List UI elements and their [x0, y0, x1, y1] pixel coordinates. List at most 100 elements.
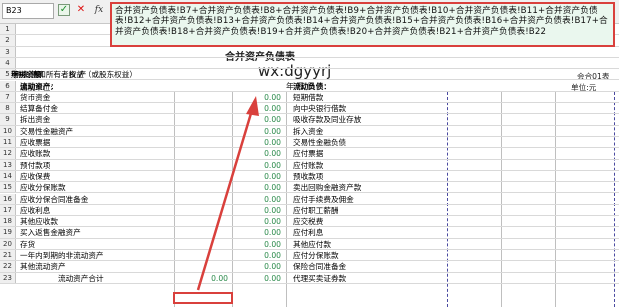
liability-beginning-cell[interactable]: [502, 126, 554, 136]
liability-ending-cell[interactable]: [448, 47, 500, 57]
cancel-x-icon[interactable]: ✕: [75, 4, 87, 16]
checkmark-icon[interactable]: ✓: [58, 4, 70, 16]
liability-ending-cell[interactable]: [448, 92, 500, 102]
beginning-balance-cell[interactable]: [233, 58, 285, 68]
ending-balance-cell[interactable]: [175, 103, 232, 113]
asset-label[interactable]: 应收分保账款: [18, 182, 173, 192]
beginning-balance-cell[interactable]: 0.00: [233, 216, 285, 226]
asset-label[interactable]: [18, 58, 173, 68]
liability-beginning-cell[interactable]: [502, 205, 554, 215]
asset-label[interactable]: [18, 47, 173, 57]
liability-ending-cell[interactable]: [448, 250, 500, 260]
liability-beginning-cell[interactable]: [502, 160, 554, 170]
liability-ending-cell[interactable]: [448, 205, 500, 215]
ending-balance-cell[interactable]: [175, 239, 232, 249]
beginning-balance-cell[interactable]: 0.00: [233, 114, 285, 124]
ending-balance-cell[interactable]: [175, 47, 232, 57]
beginning-balance-cell[interactable]: 0.00: [233, 137, 285, 147]
liability-beginning-cell[interactable]: [502, 81, 554, 91]
row-number[interactable]: 22: [0, 261, 16, 272]
asset-label[interactable]: 结算备付金: [18, 103, 173, 113]
row-number[interactable]: 18: [0, 216, 16, 227]
liability-label[interactable]: [287, 47, 447, 57]
liability-label[interactable]: 吸收存款及同业存放: [287, 114, 447, 124]
liability-label[interactable]: 代理买卖证券款: [287, 273, 447, 283]
liability-beginning-cell[interactable]: [502, 103, 554, 113]
liability-beginning-cell[interactable]: [502, 239, 554, 249]
ending-balance-cell[interactable]: [175, 126, 232, 136]
ending-balance-cell[interactable]: [175, 182, 232, 192]
asset-label[interactable]: 交易性金融资产: [18, 126, 173, 136]
liability-ending-cell[interactable]: [448, 239, 500, 249]
ending-balance-cell[interactable]: [175, 216, 232, 226]
beginning-balance-cell[interactable]: 0.00: [233, 239, 285, 249]
liability-ending-cell[interactable]: [448, 216, 500, 226]
asset-label[interactable]: 流动资产合计: [18, 273, 173, 283]
row-number[interactable]: 4: [0, 57, 16, 69]
liability-beginning-cell[interactable]: [502, 114, 554, 124]
row-number[interactable]: 16: [0, 193, 16, 204]
liability-ending-cell[interactable]: [448, 160, 500, 170]
ending-balance-cell[interactable]: [175, 250, 232, 260]
ending-balance-cell[interactable]: [175, 205, 232, 215]
liability-ending-cell[interactable]: [448, 194, 500, 204]
asset-label[interactable]: 其他流动资产: [18, 261, 173, 271]
liability-label[interactable]: 短期借款: [287, 92, 447, 102]
row-number[interactable]: 11: [0, 137, 16, 148]
ending-balance-cell[interactable]: [175, 92, 232, 102]
liability-ending-cell[interactable]: [448, 148, 500, 158]
liability-ending-cell[interactable]: [448, 273, 500, 283]
liability-label[interactable]: 拆入资金: [287, 126, 447, 136]
beginning-balance-cell[interactable]: 0.00: [233, 273, 285, 283]
row-number[interactable]: 1: [0, 24, 16, 35]
liability-ending-cell[interactable]: [448, 81, 500, 91]
row-number[interactable]: 20: [0, 238, 16, 249]
liability-label[interactable]: 预收款项: [287, 171, 447, 181]
asset-label[interactable]: 一年内到期的非流动资产: [18, 250, 173, 260]
asset-label[interactable]: 预付款项: [18, 160, 173, 170]
selected-cell-highlight[interactable]: [173, 292, 233, 304]
liability-label[interactable]: 应交税费: [287, 216, 447, 226]
beginning-balance-cell[interactable]: 0.00: [233, 227, 285, 237]
beginning-balance-cell[interactable]: [233, 47, 285, 57]
ending-balance-cell[interactable]: [175, 194, 232, 204]
asset-label[interactable]: 应收分保合同准备金: [18, 194, 173, 204]
asset-label[interactable]: 货币资金: [18, 92, 173, 102]
asset-label[interactable]: 应收票据: [18, 137, 173, 147]
row-number[interactable]: 17: [0, 204, 16, 216]
row-number[interactable]: 15: [0, 182, 16, 193]
row-number[interactable]: 10: [0, 125, 16, 136]
formula-input[interactable]: 合并资产负债表!B7+合并资产负债表!B8+合并资产负债表!B9+合并资产负债表…: [110, 2, 615, 47]
liability-label[interactable]: [287, 58, 447, 68]
liability-ending-cell[interactable]: [448, 182, 500, 192]
liability-label[interactable]: 应付票据: [287, 148, 447, 158]
beginning-balance-cell[interactable]: 0.00: [233, 261, 285, 271]
liability-ending-cell[interactable]: [448, 227, 500, 237]
row-number[interactable]: 9: [0, 114, 16, 125]
row-number[interactable]: 12: [0, 148, 16, 159]
ending-balance-cell[interactable]: [175, 171, 232, 181]
beginning-balance-cell[interactable]: 0.00: [233, 205, 285, 215]
liability-beginning-cell[interactable]: [502, 58, 554, 68]
row-number[interactable]: 23: [0, 272, 16, 283]
beginning-balance-cell[interactable]: 0.00: [233, 194, 285, 204]
row-number[interactable]: 19: [0, 227, 16, 238]
liability-ending-cell[interactable]: [448, 137, 500, 147]
liability-beginning-cell[interactable]: [502, 250, 554, 260]
liability-beginning-cell[interactable]: [502, 273, 554, 283]
ending-balance-cell[interactable]: [175, 81, 232, 91]
asset-label[interactable]: 存货: [18, 239, 173, 249]
liability-beginning-cell[interactable]: [502, 148, 554, 158]
liability-ending-cell[interactable]: [448, 114, 500, 124]
liability-ending-cell[interactable]: [448, 171, 500, 181]
liability-beginning-cell[interactable]: [502, 137, 554, 147]
row-number[interactable]: 14: [0, 170, 16, 182]
ending-balance-cell[interactable]: 0.00: [175, 273, 232, 283]
liability-beginning-cell[interactable]: [502, 92, 554, 102]
name-box[interactable]: B23: [2, 3, 54, 19]
beginning-balance-cell[interactable]: 0.00: [233, 171, 285, 181]
asset-label[interactable]: 流动资产：: [18, 81, 173, 91]
liability-beginning-cell[interactable]: [502, 47, 554, 57]
row-number[interactable]: 13: [0, 159, 16, 170]
liability-label[interactable]: 其他应付款: [287, 239, 447, 249]
